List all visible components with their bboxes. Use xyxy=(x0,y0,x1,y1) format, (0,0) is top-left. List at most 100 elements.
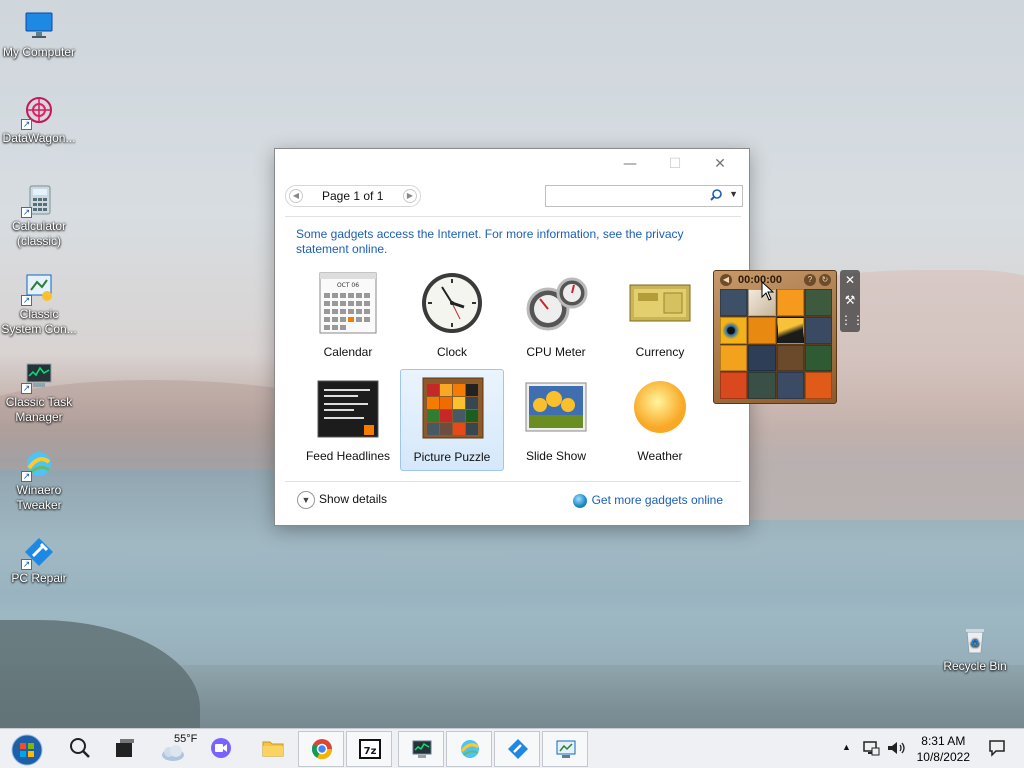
close-gadget-button[interactable]: ✕ xyxy=(840,270,860,290)
divider xyxy=(285,481,741,482)
puzzle-tile[interactable] xyxy=(804,289,832,316)
search-input[interactable] xyxy=(550,187,700,205)
shortcut-arrow-icon: ↗ xyxy=(21,471,32,482)
meet-button[interactable] xyxy=(198,729,244,768)
maximize-button: ☐ xyxy=(668,156,682,172)
pc-repair-button[interactable] xyxy=(494,731,540,767)
gadget-clock[interactable]: Clock xyxy=(400,265,504,367)
gadget-label: Picture Puzzle xyxy=(413,450,491,464)
start-button[interactable] xyxy=(4,729,50,768)
puzzle-grid[interactable] xyxy=(720,289,832,399)
svg-text:OCT 06: OCT 06 xyxy=(337,282,359,289)
puzzle-tile[interactable] xyxy=(720,316,748,344)
search-dropdown-icon[interactable]: ▼ xyxy=(729,189,738,199)
gadget-feed-headlines[interactable]: Feed Headlines xyxy=(296,369,400,471)
puzzle-tile[interactable] xyxy=(748,344,776,372)
control-panel-button[interactable] xyxy=(542,731,588,767)
weather-widget[interactable]: 55°F xyxy=(150,729,204,768)
system-tray: ▲ xyxy=(836,729,916,768)
notifications-button[interactable] xyxy=(988,739,1006,762)
gadget-label: Feed Headlines xyxy=(305,449,391,463)
gadget-label: Currency xyxy=(635,345,685,359)
gadget-picture-puzzle[interactable]: Picture Puzzle xyxy=(400,369,504,471)
show-details-label: Show details xyxy=(319,492,388,507)
gadget-label: Weather xyxy=(637,449,683,463)
puzzle-show-picture-icon[interactable]: ◀ xyxy=(720,274,732,286)
drag-handle-icon[interactable]: ⋮⋮ xyxy=(840,310,864,330)
meet-icon xyxy=(211,738,231,758)
puzzle-tile[interactable] xyxy=(720,372,748,399)
desktop-icon-my-computer[interactable]: My Computer xyxy=(0,10,78,60)
winaero-tweaker-button[interactable] xyxy=(446,731,492,767)
gadget-currency[interactable]: Currency xyxy=(608,265,712,367)
puzzle-tile[interactable] xyxy=(804,344,832,372)
show-hidden-icons-chevron-icon[interactable]: ▲ xyxy=(842,742,851,752)
internet-notice-link[interactable]: Some gadgets access the Internet. For mo… xyxy=(296,227,726,257)
puzzle-tile[interactable] xyxy=(804,316,832,344)
picture-puzzle-icon xyxy=(421,376,485,440)
gadgets-window: — ☐ ✕ ◀ Page 1 of 1 ▶ ▼ Some gadgets acc… xyxy=(274,148,750,526)
desktop-icon-datawagon[interactable]: ↗ DataWagon... xyxy=(0,96,78,146)
desktop-icon-classic-task-manager[interactable]: ↗ Classic Task Manager xyxy=(0,360,78,425)
puzzle-help-icon[interactable]: ? xyxy=(804,274,816,286)
puzzle-tile[interactable] xyxy=(720,344,748,372)
gadget-label: CPU Meter xyxy=(526,345,586,359)
7zip-button[interactable]: 7z xyxy=(346,731,392,767)
volume-icon[interactable] xyxy=(886,739,906,757)
desktop-icon-label: Classic Task Manager xyxy=(5,395,73,424)
divider xyxy=(285,216,741,217)
task-view-icon xyxy=(116,739,134,757)
desktop-icon-classic-system-control[interactable]: ↗ Classic System Con... xyxy=(0,272,78,337)
gadget-calendar[interactable]: OCT 06 Calendar xyxy=(296,265,400,367)
puzzle-tile[interactable] xyxy=(720,289,748,316)
shortcut-arrow-icon: ↗ xyxy=(21,383,32,394)
desktop-icon-calculator[interactable]: ↗ Calculator (classic) xyxy=(0,184,78,249)
chrome-button[interactable] xyxy=(298,731,344,767)
cloud-icon xyxy=(162,745,184,761)
desktop-icon-recycle-bin[interactable]: ♻ Recycle Bin xyxy=(936,624,1014,674)
search-icon xyxy=(70,738,90,758)
previous-page-button[interactable]: ◀ xyxy=(289,189,303,203)
search-icon[interactable] xyxy=(710,189,722,204)
slide-show-icon xyxy=(524,375,588,439)
get-more-gadgets-label: Get more gadgets online xyxy=(591,493,723,507)
puzzle-tile[interactable] xyxy=(804,372,832,399)
minimize-button[interactable]: — xyxy=(615,153,645,175)
gadget-weather[interactable]: Weather xyxy=(608,369,712,471)
options-wrench-icon[interactable]: ⚒ xyxy=(840,290,860,310)
taskbar: 55°F 7z ▲ 8:31 AM 10/8/2022 xyxy=(0,728,1024,768)
desktop-icon-winaero-tweaker[interactable]: ↗ Winaero Tweaker xyxy=(0,448,78,513)
recycle-bin-icon: ♻ xyxy=(959,624,991,656)
task-view-button[interactable] xyxy=(102,729,148,768)
puzzle-tile[interactable] xyxy=(748,316,776,344)
chrome-icon xyxy=(311,739,333,760)
svg-text:7z: 7z xyxy=(364,746,377,757)
gadget-slide-show[interactable]: Slide Show xyxy=(504,369,608,471)
search-box[interactable]: ▼ xyxy=(545,185,743,207)
taskbar-clock[interactable]: 8:31 AM 10/8/2022 xyxy=(917,733,970,765)
pc-repair-icon: ↗ xyxy=(21,536,55,570)
close-button[interactable]: ✕ xyxy=(705,153,735,175)
search-button[interactable] xyxy=(56,729,102,768)
show-details-toggle[interactable]: ▼ Show details xyxy=(297,491,387,509)
next-page-button[interactable]: ▶ xyxy=(403,189,417,203)
task-manager-button[interactable] xyxy=(398,731,444,767)
puzzle-tile[interactable] xyxy=(776,372,804,399)
gadget-label: Clock xyxy=(436,345,467,359)
puzzle-tile[interactable] xyxy=(776,289,804,316)
picture-puzzle-gadget[interactable]: ◀ 00:00:00 ? ↻ xyxy=(713,270,837,404)
currency-icon xyxy=(628,271,692,335)
file-explorer-button[interactable] xyxy=(250,729,296,768)
puzzle-tile[interactable] xyxy=(776,316,804,344)
globe-icon xyxy=(572,493,587,508)
puzzle-solve-icon[interactable]: ↻ xyxy=(819,274,831,286)
gadget-cpu-meter[interactable]: CPU Meter xyxy=(504,265,608,367)
get-more-gadgets-link[interactable]: Get more gadgets online xyxy=(572,493,723,508)
puzzle-tile[interactable] xyxy=(748,372,776,399)
shortcut-arrow-icon: ↗ xyxy=(21,119,32,130)
puzzle-tile[interactable] xyxy=(776,344,804,372)
desktop-icon-pc-repair[interactable]: ↗ PC Repair xyxy=(0,536,78,586)
network-icon[interactable] xyxy=(862,739,880,757)
gadget-label: Slide Show xyxy=(525,449,587,463)
title-bar[interactable]: — ☐ ✕ xyxy=(275,149,749,179)
